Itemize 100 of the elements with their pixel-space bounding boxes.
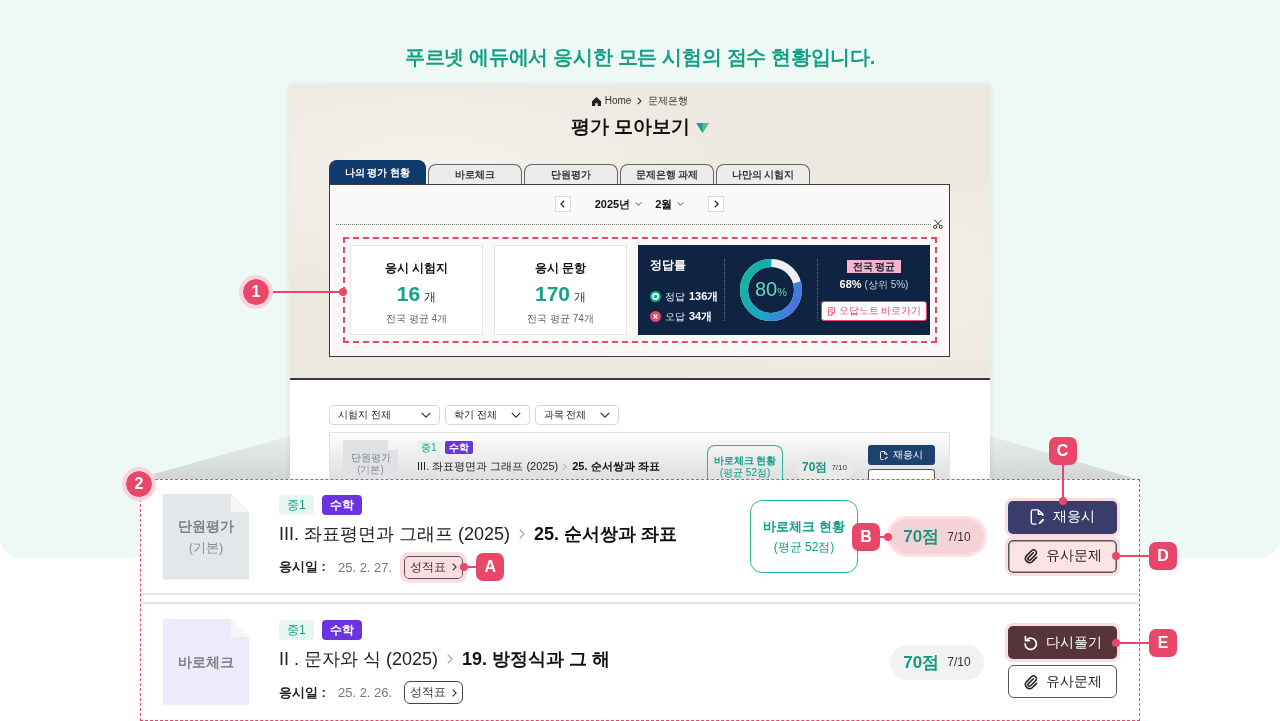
- callout-badge: D: [1149, 542, 1177, 570]
- tab[interactable]: 바로체크: [428, 164, 522, 184]
- stat-label: 응시 문항: [534, 260, 587, 276]
- grade-tag: 중1: [279, 620, 314, 640]
- chevron-icon: [519, 528, 526, 539]
- chevron-left-icon: [560, 200, 566, 208]
- folded-corner-icon: [388, 440, 398, 450]
- folded-corner-icon: [231, 493, 249, 512]
- month-dropdown[interactable]: 2월: [655, 196, 685, 212]
- national-average-tag: 전국 평균: [846, 260, 902, 273]
- stat-unit: 개: [424, 289, 437, 306]
- chevron-icon: [447, 654, 454, 664]
- report-button[interactable]: 성적표: [404, 681, 464, 704]
- retake-button[interactable]: 재응시: [1005, 497, 1120, 537]
- retake-button[interactable]: 재응시: [868, 445, 935, 465]
- chevron-right-icon: [713, 200, 719, 208]
- breadcrumb-link[interactable]: Home: [604, 95, 632, 107]
- tab[interactable]: 단원평가: [524, 164, 618, 184]
- document-edit-icon: [880, 450, 888, 460]
- chevron-icon: [637, 97, 643, 105]
- rotate-icon: [1023, 634, 1038, 651]
- tab[interactable]: 문제은행 과제: [620, 164, 714, 184]
- subject-tag: 수학: [321, 494, 362, 515]
- legend-count: 136개: [689, 289, 719, 304]
- stat-unit: 개: [574, 289, 586, 306]
- national-rank: (상위 5%): [864, 278, 909, 292]
- tab[interactable]: 나의 평가 현황: [329, 160, 426, 184]
- callout-badge: E: [1149, 628, 1177, 657]
- paperclip-icon: [1023, 548, 1038, 564]
- next-button[interactable]: [708, 196, 725, 212]
- document-sublabel: (기본): [357, 464, 384, 476]
- stat-value: 16: [396, 281, 421, 307]
- caret-icon: [600, 412, 611, 418]
- document-label: 단원평가: [350, 452, 391, 464]
- document-sublabel: (기본): [188, 539, 224, 556]
- stat-label: 응시 시험지: [384, 260, 449, 276]
- legend-count: 34개: [689, 309, 713, 324]
- score-detail: 7/10: [831, 462, 847, 472]
- date-value: 25. 2. 27.: [337, 559, 393, 575]
- lesson-title: 19. 방정식과 그 해: [462, 648, 611, 671]
- stat-value: 170: [534, 281, 570, 307]
- status-title: 바로체크 현황: [763, 518, 845, 535]
- callout-badge: B: [852, 522, 880, 551]
- accuracy-title: 정답률: [650, 257, 686, 273]
- report-button[interactable]: 성적표: [400, 551, 468, 583]
- similar-button[interactable]: 유사문제: [1005, 536, 1120, 576]
- document-edit-icon: [1030, 509, 1045, 525]
- similar-button[interactable]: 유사문제: [1008, 665, 1117, 698]
- note-icon: [826, 306, 836, 316]
- triangle-icon[interactable]: [696, 123, 710, 133]
- cross-icon: [650, 311, 661, 322]
- grade-tag: 중1: [417, 441, 441, 454]
- ring-value: 80%: [755, 277, 787, 302]
- previous-button[interactable]: [554, 196, 571, 212]
- date-value: 25. 2. 26.: [337, 685, 393, 700]
- chevron-icon: [452, 688, 458, 697]
- year-dropdown[interactable]: 2025년: [594, 196, 643, 212]
- filter-dropdown[interactable]: 과목 전체: [534, 405, 620, 425]
- retry-button[interactable]: 다시풀기: [1005, 623, 1120, 662]
- tab[interactable]: 나만의 시험지: [716, 164, 810, 184]
- chevron-icon: [452, 563, 458, 571]
- breadcrumb-current: 문제은행: [648, 95, 689, 107]
- unit-title: III. 좌표평면과 그래프 (2025): [279, 522, 511, 546]
- status-note: (평균 52점): [773, 539, 835, 555]
- status-note: (평균 52점): [719, 467, 771, 479]
- caret-icon: [635, 202, 643, 206]
- date-label: 응시일 :: [279, 558, 326, 576]
- subject-tag: 수학: [444, 441, 473, 454]
- status-title: 바로체크 현황: [713, 455, 777, 467]
- filter-dropdown[interactable]: 학기 전체: [444, 405, 530, 425]
- ring-icon: [650, 291, 661, 302]
- subject-tag: 수학: [321, 620, 362, 640]
- national-average: 68%: [839, 278, 862, 290]
- score-value: 70점: [903, 651, 940, 674]
- caret-icon: [420, 412, 431, 418]
- score-value: 70점: [802, 458, 828, 476]
- legend-label: 오답: [665, 309, 685, 324]
- headline: 푸르넷 에듀에서 응시한 모든 시험의 점수 현황입니다.: [404, 45, 876, 70]
- callout-badge: A: [476, 553, 505, 581]
- score-value: 70점: [903, 526, 940, 548]
- caret-icon: [677, 202, 685, 206]
- page-title: 평가 모아보기: [570, 115, 691, 139]
- wrong-note-button[interactable]: 오답노트 바로가기: [820, 301, 928, 321]
- unit-title: III. 좌표평면과 그래프 (2025): [417, 459, 559, 473]
- score-detail: 7/10: [947, 655, 971, 669]
- home-icon[interactable]: [591, 96, 601, 106]
- document-label: 단원평가: [178, 517, 234, 535]
- lesson-title: 25. 순서쌍과 좌표: [572, 459, 660, 473]
- stat-note: 전국 평균 74개: [527, 312, 594, 325]
- grade-tag: 중1: [279, 494, 314, 515]
- legend-label: 정답: [665, 289, 685, 304]
- stat-note: 전국 평균 4개: [385, 312, 448, 325]
- scissors-icon: [933, 219, 943, 229]
- filter-dropdown[interactable]: 시험지 전체: [329, 405, 440, 425]
- leader-line: [460, 563, 477, 571]
- unit-title: II . 문자와 식 (2025): [279, 648, 439, 671]
- score-detail: 7/10: [947, 529, 971, 544]
- lesson-title: 25. 순서쌍과 좌표: [534, 522, 678, 546]
- document-label: 바로체크: [178, 653, 234, 671]
- paperclip-icon: [1023, 673, 1038, 690]
